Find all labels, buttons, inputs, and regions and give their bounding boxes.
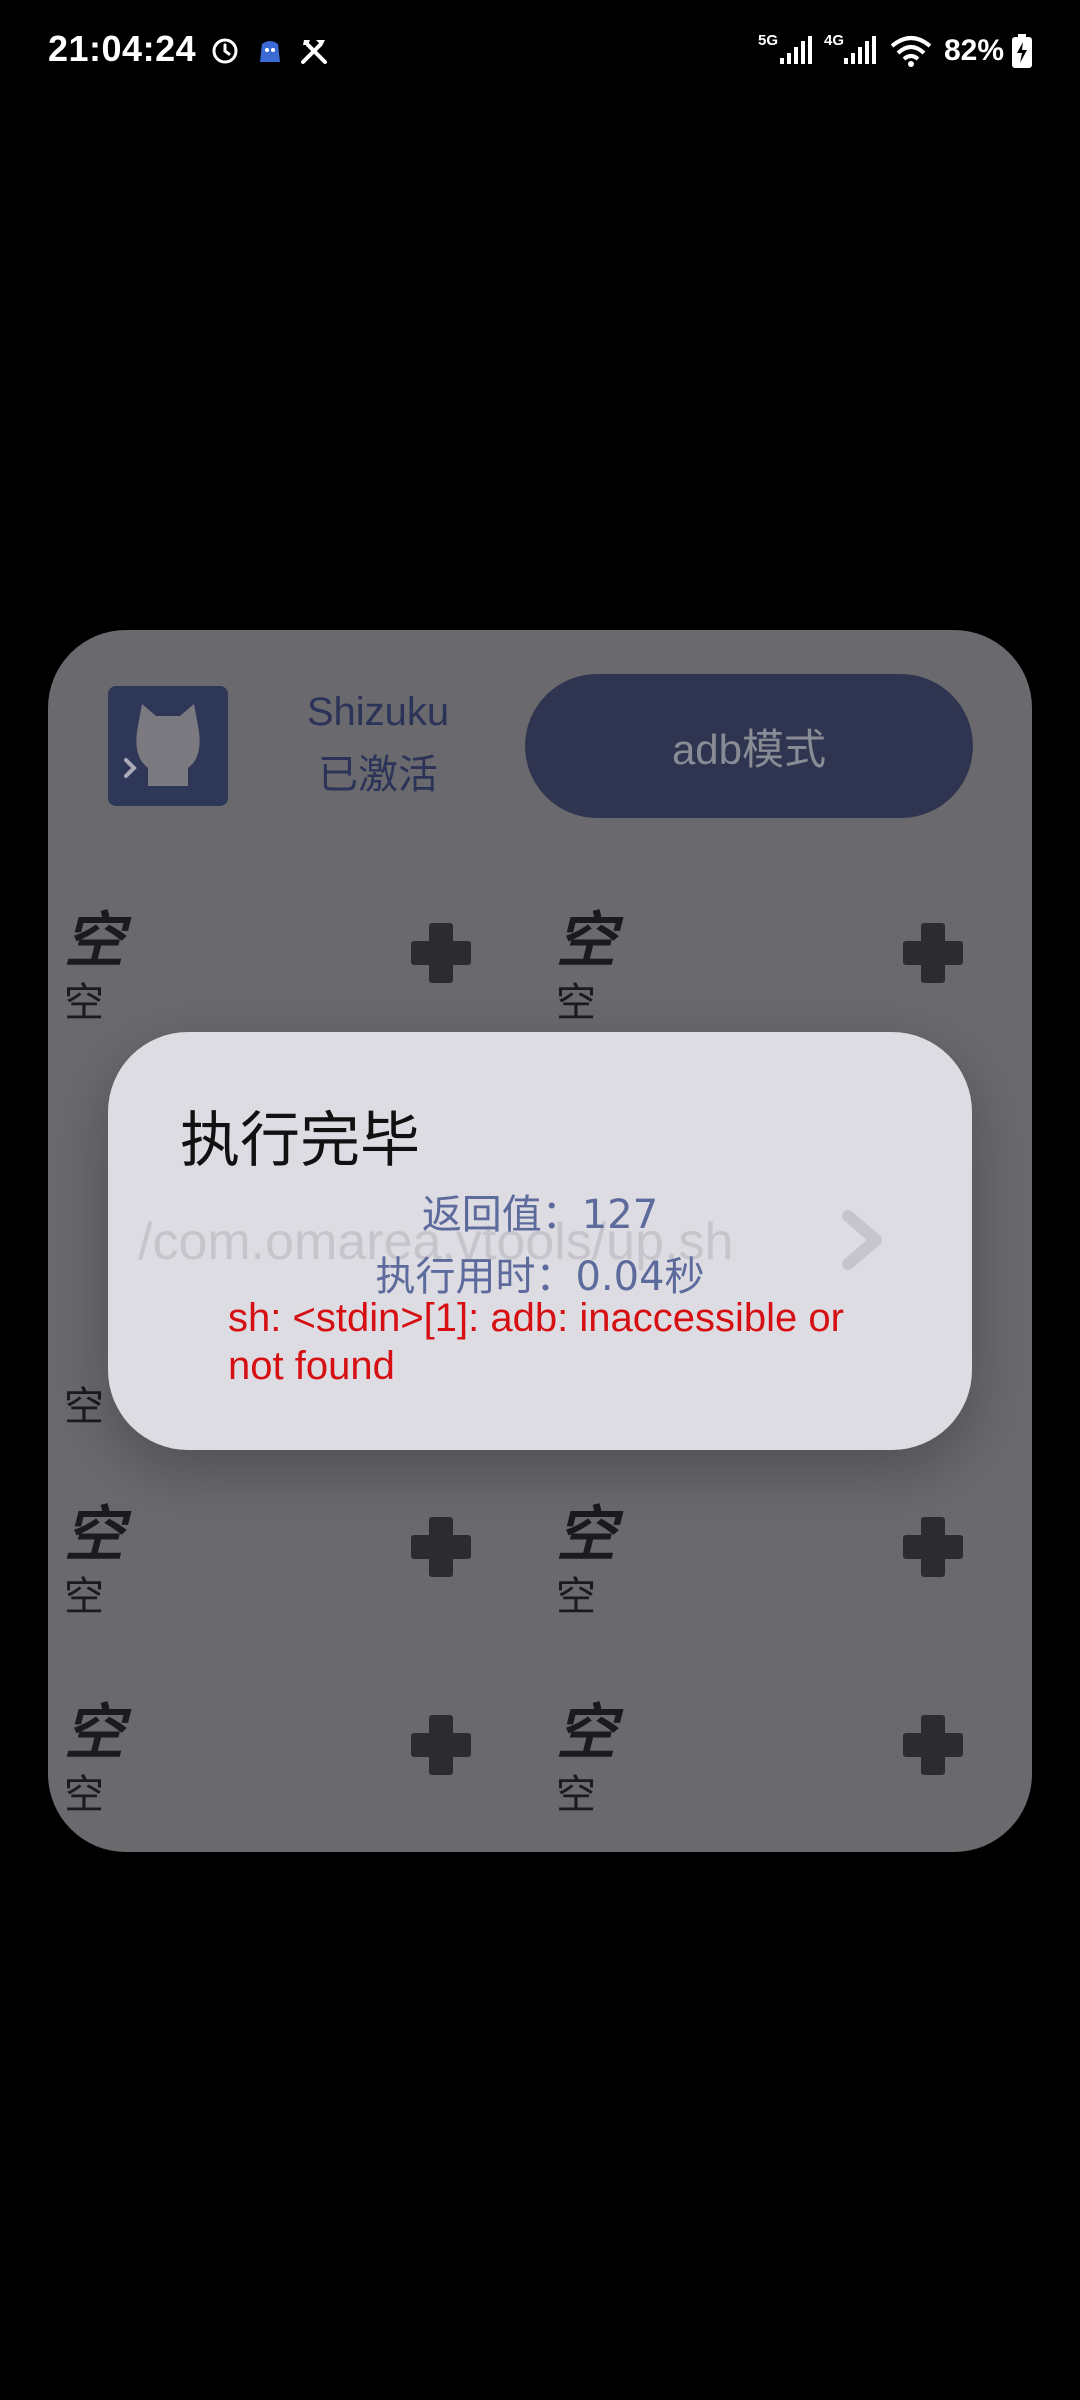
- slot-subtitle: 空: [64, 1384, 104, 1430]
- slot-subtitle: 空: [64, 1574, 104, 1620]
- slot-title: 空: [556, 1698, 616, 1768]
- shortcut-slot[interactable]: 空 空: [540, 892, 1030, 1052]
- add-icon[interactable]: [902, 1516, 964, 1578]
- signal-5g-label: 5G: [758, 32, 779, 49]
- slot-subtitle: 空: [64, 1772, 104, 1818]
- add-icon[interactable]: [410, 1714, 472, 1776]
- dialog-title: 执行完毕: [180, 1106, 420, 1176]
- app-notification-icon: [260, 41, 280, 62]
- slot-title: 空: [64, 906, 124, 976]
- execution-result-dialog[interactable]: /com.omarea.vtools/up.sh 执行完毕 返回值：127 执行…: [108, 1032, 972, 1450]
- slot-title: 空: [556, 906, 616, 976]
- signal-4g-icon: [844, 36, 876, 64]
- add-icon[interactable]: [902, 922, 964, 984]
- slot-title: 空: [64, 1698, 124, 1768]
- slot-subtitle: 空: [64, 980, 104, 1026]
- shizuku-app-icon[interactable]: [108, 686, 228, 806]
- add-icon[interactable]: [902, 1714, 964, 1776]
- service-name: Shizuku: [306, 690, 450, 734]
- status-bar: 21:04:24 5G 4G 82%: [0, 0, 1080, 100]
- signal-4g-label: 4G: [824, 32, 845, 49]
- status-time: 21:04:24: [48, 28, 197, 69]
- alarm-icon: [212, 38, 238, 64]
- shortcut-slot[interactable]: 空 空: [48, 892, 538, 1052]
- shortcut-slot[interactable]: 空 空: [48, 1486, 538, 1646]
- error-output: sh: <stdin>[1]: adb: inaccessible or not…: [228, 1296, 844, 1388]
- cat-icon: [124, 704, 200, 786]
- slot-subtitle: 空: [556, 980, 596, 1026]
- slot-subtitle: 空: [556, 1574, 596, 1620]
- add-icon[interactable]: [410, 922, 472, 984]
- shortcut-slot[interactable]: 空 空: [48, 1684, 538, 1844]
- slot-title: 空: [556, 1500, 616, 1570]
- adb-mode-button[interactable]: adb模式: [525, 674, 973, 818]
- shortcut-slot[interactable]: 空 空: [540, 1684, 1030, 1844]
- add-icon[interactable]: [410, 1516, 472, 1578]
- slot-subtitle: 空: [556, 1772, 596, 1818]
- battery-charging-icon: [1012, 34, 1032, 68]
- service-status: 已激活: [318, 752, 438, 798]
- tools-icon: [301, 40, 327, 64]
- shortcut-slot[interactable]: 空 空: [540, 1486, 1030, 1646]
- slot-title: 空: [64, 1500, 124, 1570]
- battery-percentage: 82%: [944, 34, 1005, 67]
- wifi-icon: [890, 36, 932, 67]
- return-value: 返回值：127: [421, 1192, 659, 1238]
- signal-5g-icon: [780, 36, 812, 64]
